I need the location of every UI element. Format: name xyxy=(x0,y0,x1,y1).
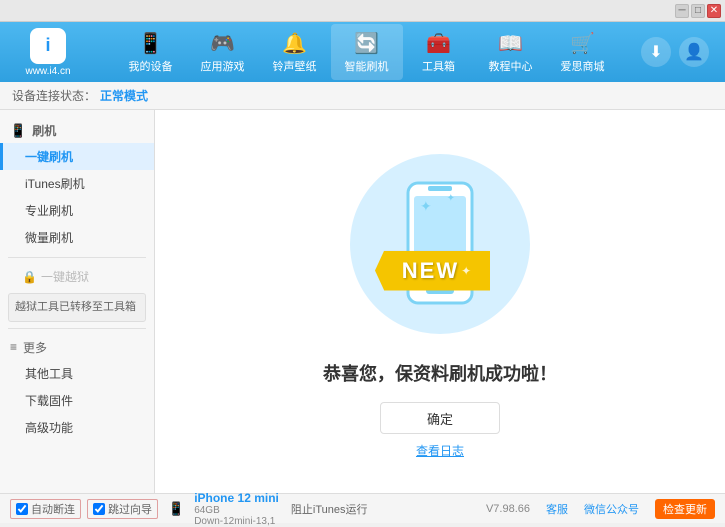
device-section: iPhone 12 mini 64GB Down-12mini-13,1 xyxy=(194,491,279,527)
user-icon: 👤 xyxy=(684,42,704,62)
sidebar-more-section: ≡ 更多 xyxy=(0,335,154,360)
logo-text: www.i4.cn xyxy=(25,66,70,77)
header: i www.i4.cn 📱 我的设备 🎮 应用游戏 🔔 铃声壁纸 🔄 智能刷机 … xyxy=(0,22,725,82)
auto-disconnect-checkbox-item: 自动断连 xyxy=(10,499,81,519)
new-badge: NEW ✦ xyxy=(375,251,490,291)
nav-apps-games[interactable]: 🎮 应用游戏 xyxy=(187,24,259,80)
bottom-left: 自动断连 跳过向导 📱 iPhone 12 mini 64GB Down-12m… xyxy=(10,491,486,527)
shop-icon: 🛒 xyxy=(570,31,595,56)
my-device-icon: 📱 xyxy=(138,31,163,56)
update-button[interactable]: 检查更新 xyxy=(655,499,715,519)
nav-ringtone-label: 铃声壁纸 xyxy=(273,58,317,74)
toolbox-icon: 🧰 xyxy=(426,31,451,56)
sidebar-section-flash: 📱 刷机 xyxy=(0,118,154,143)
user-button[interactable]: 👤 xyxy=(679,37,709,67)
skip-wizard-checkbox-item: 跳过向导 xyxy=(87,499,158,519)
maximize-button[interactable]: □ xyxy=(691,4,705,18)
status-label: 设备连接状态： xyxy=(12,87,96,104)
sidebar-item-one-key-flash[interactable]: 一键刷机 xyxy=(0,143,154,170)
sparkle-2-icon: ✦ xyxy=(447,193,455,204)
sidebar: 📱 刷机 一键刷机 iTunes刷机 专业刷机 微量刷机 🔒 一键越狱 越狱工具… xyxy=(0,110,155,493)
sidebar-item-advanced[interactable]: 高级功能 xyxy=(0,414,154,441)
device-info: Down-12mini-13,1 xyxy=(194,516,279,527)
status-value: 正常模式 xyxy=(100,87,148,104)
skip-wizard-checkbox[interactable] xyxy=(93,503,105,515)
bottom-bar: 自动断连 跳过向导 📱 iPhone 12 mini 64GB Down-12m… xyxy=(0,493,725,523)
skip-wizard-label: 跳过向导 xyxy=(108,501,152,517)
download-button[interactable]: ⬇ xyxy=(641,37,671,67)
sidebar-item-other-tools[interactable]: 其他工具 xyxy=(0,360,154,387)
device-phone-icon: 📱 xyxy=(168,501,184,517)
sidebar-section-flash-label: 刷机 xyxy=(32,122,56,139)
lock-icon: 🔒 xyxy=(22,270,37,284)
phone-circle: ✦ ✦ ✦ NEW ✦ xyxy=(350,154,530,334)
sidebar-divider-2 xyxy=(8,328,146,329)
sidebar-item-micro-flash[interactable]: 微量刷机 xyxy=(0,224,154,251)
nav-shop[interactable]: 🛒 爱思商城 xyxy=(547,24,619,80)
nav-bar: 📱 我的设备 🎮 应用游戏 🔔 铃声壁纸 🔄 智能刷机 🧰 工具箱 📖 教程中心… xyxy=(92,24,641,80)
more-icon: ≡ xyxy=(10,340,17,354)
nav-toolbox-label: 工具箱 xyxy=(422,58,455,74)
goto-daily-link[interactable]: 查看日志 xyxy=(416,442,464,459)
ringtone-icon: 🔔 xyxy=(282,31,307,56)
nav-shop-label: 爱思商城 xyxy=(561,58,605,74)
device-storage: 64GB xyxy=(194,505,279,516)
flash-section-icon: 📱 xyxy=(10,123,26,139)
nav-apps-games-label: 应用游戏 xyxy=(201,58,245,74)
main-layout: 📱 刷机 一键刷机 iTunes刷机 专业刷机 微量刷机 🔒 一键越狱 越狱工具… xyxy=(0,110,725,493)
confirm-button[interactable]: 确定 xyxy=(380,402,500,434)
close-button[interactable]: ✕ xyxy=(707,4,721,18)
bottom-right: V7.98.66 客服 微信公众号 检查更新 xyxy=(486,499,715,519)
smart-shop-icon: 🔄 xyxy=(354,31,379,56)
title-bar: ─ □ ✕ xyxy=(0,0,725,22)
version-label: V7.98.66 xyxy=(486,503,530,515)
success-title: 恭喜您，保资料刷机成功啦！ xyxy=(323,360,557,386)
logo-area: i www.i4.cn xyxy=(8,28,88,77)
content-area: ✦ ✦ ✦ NEW ✦ 恭喜您，保资料刷机成功啦！ 确定 查看日志 xyxy=(155,110,725,493)
wechat-link[interactable]: 微信公众号 xyxy=(584,501,639,517)
stop-itunes-label: 阻止iTunes运行 xyxy=(291,501,368,517)
support-link[interactable]: 客服 xyxy=(546,501,568,517)
nav-smart-shop[interactable]: 🔄 智能刷机 xyxy=(331,24,403,80)
auto-disconnect-label: 自动断连 xyxy=(31,501,75,517)
tutorial-icon: 📖 xyxy=(498,31,523,56)
download-icon: ⬇ xyxy=(649,42,662,62)
apps-games-icon: 🎮 xyxy=(210,31,235,56)
nav-ringtone[interactable]: 🔔 铃声壁纸 xyxy=(259,24,331,80)
nav-smart-shop-label: 智能刷机 xyxy=(345,58,389,74)
sidebar-item-itunes-flash[interactable]: iTunes刷机 xyxy=(0,170,154,197)
sidebar-note-box: 越狱工具已转移至工具箱 xyxy=(8,293,146,322)
sparkle-1-icon: ✦ xyxy=(420,198,432,215)
header-right: ⬇ 👤 xyxy=(641,37,717,67)
sidebar-item-download-firmware[interactable]: 下载固件 xyxy=(0,387,154,414)
nav-tutorial-label: 教程中心 xyxy=(489,58,533,74)
sidebar-disabled-jailbreak: 🔒 一键越狱 xyxy=(0,264,154,289)
minimize-button[interactable]: ─ xyxy=(675,4,689,18)
illustration: ✦ ✦ ✦ NEW ✦ xyxy=(340,144,540,344)
new-badge-text: NEW xyxy=(392,258,459,284)
nav-tutorial[interactable]: 📖 教程中心 xyxy=(475,24,547,80)
nav-my-device[interactable]: 📱 我的设备 xyxy=(115,24,187,80)
logo-icon: i xyxy=(30,28,66,64)
sidebar-divider-1 xyxy=(8,257,146,258)
sidebar-item-pro-flash[interactable]: 专业刷机 xyxy=(0,197,154,224)
status-bar: 设备连接状态： 正常模式 xyxy=(0,82,725,110)
nav-my-device-label: 我的设备 xyxy=(129,58,173,74)
auto-disconnect-checkbox[interactable] xyxy=(16,503,28,515)
nav-toolbox[interactable]: 🧰 工具箱 xyxy=(403,24,475,80)
